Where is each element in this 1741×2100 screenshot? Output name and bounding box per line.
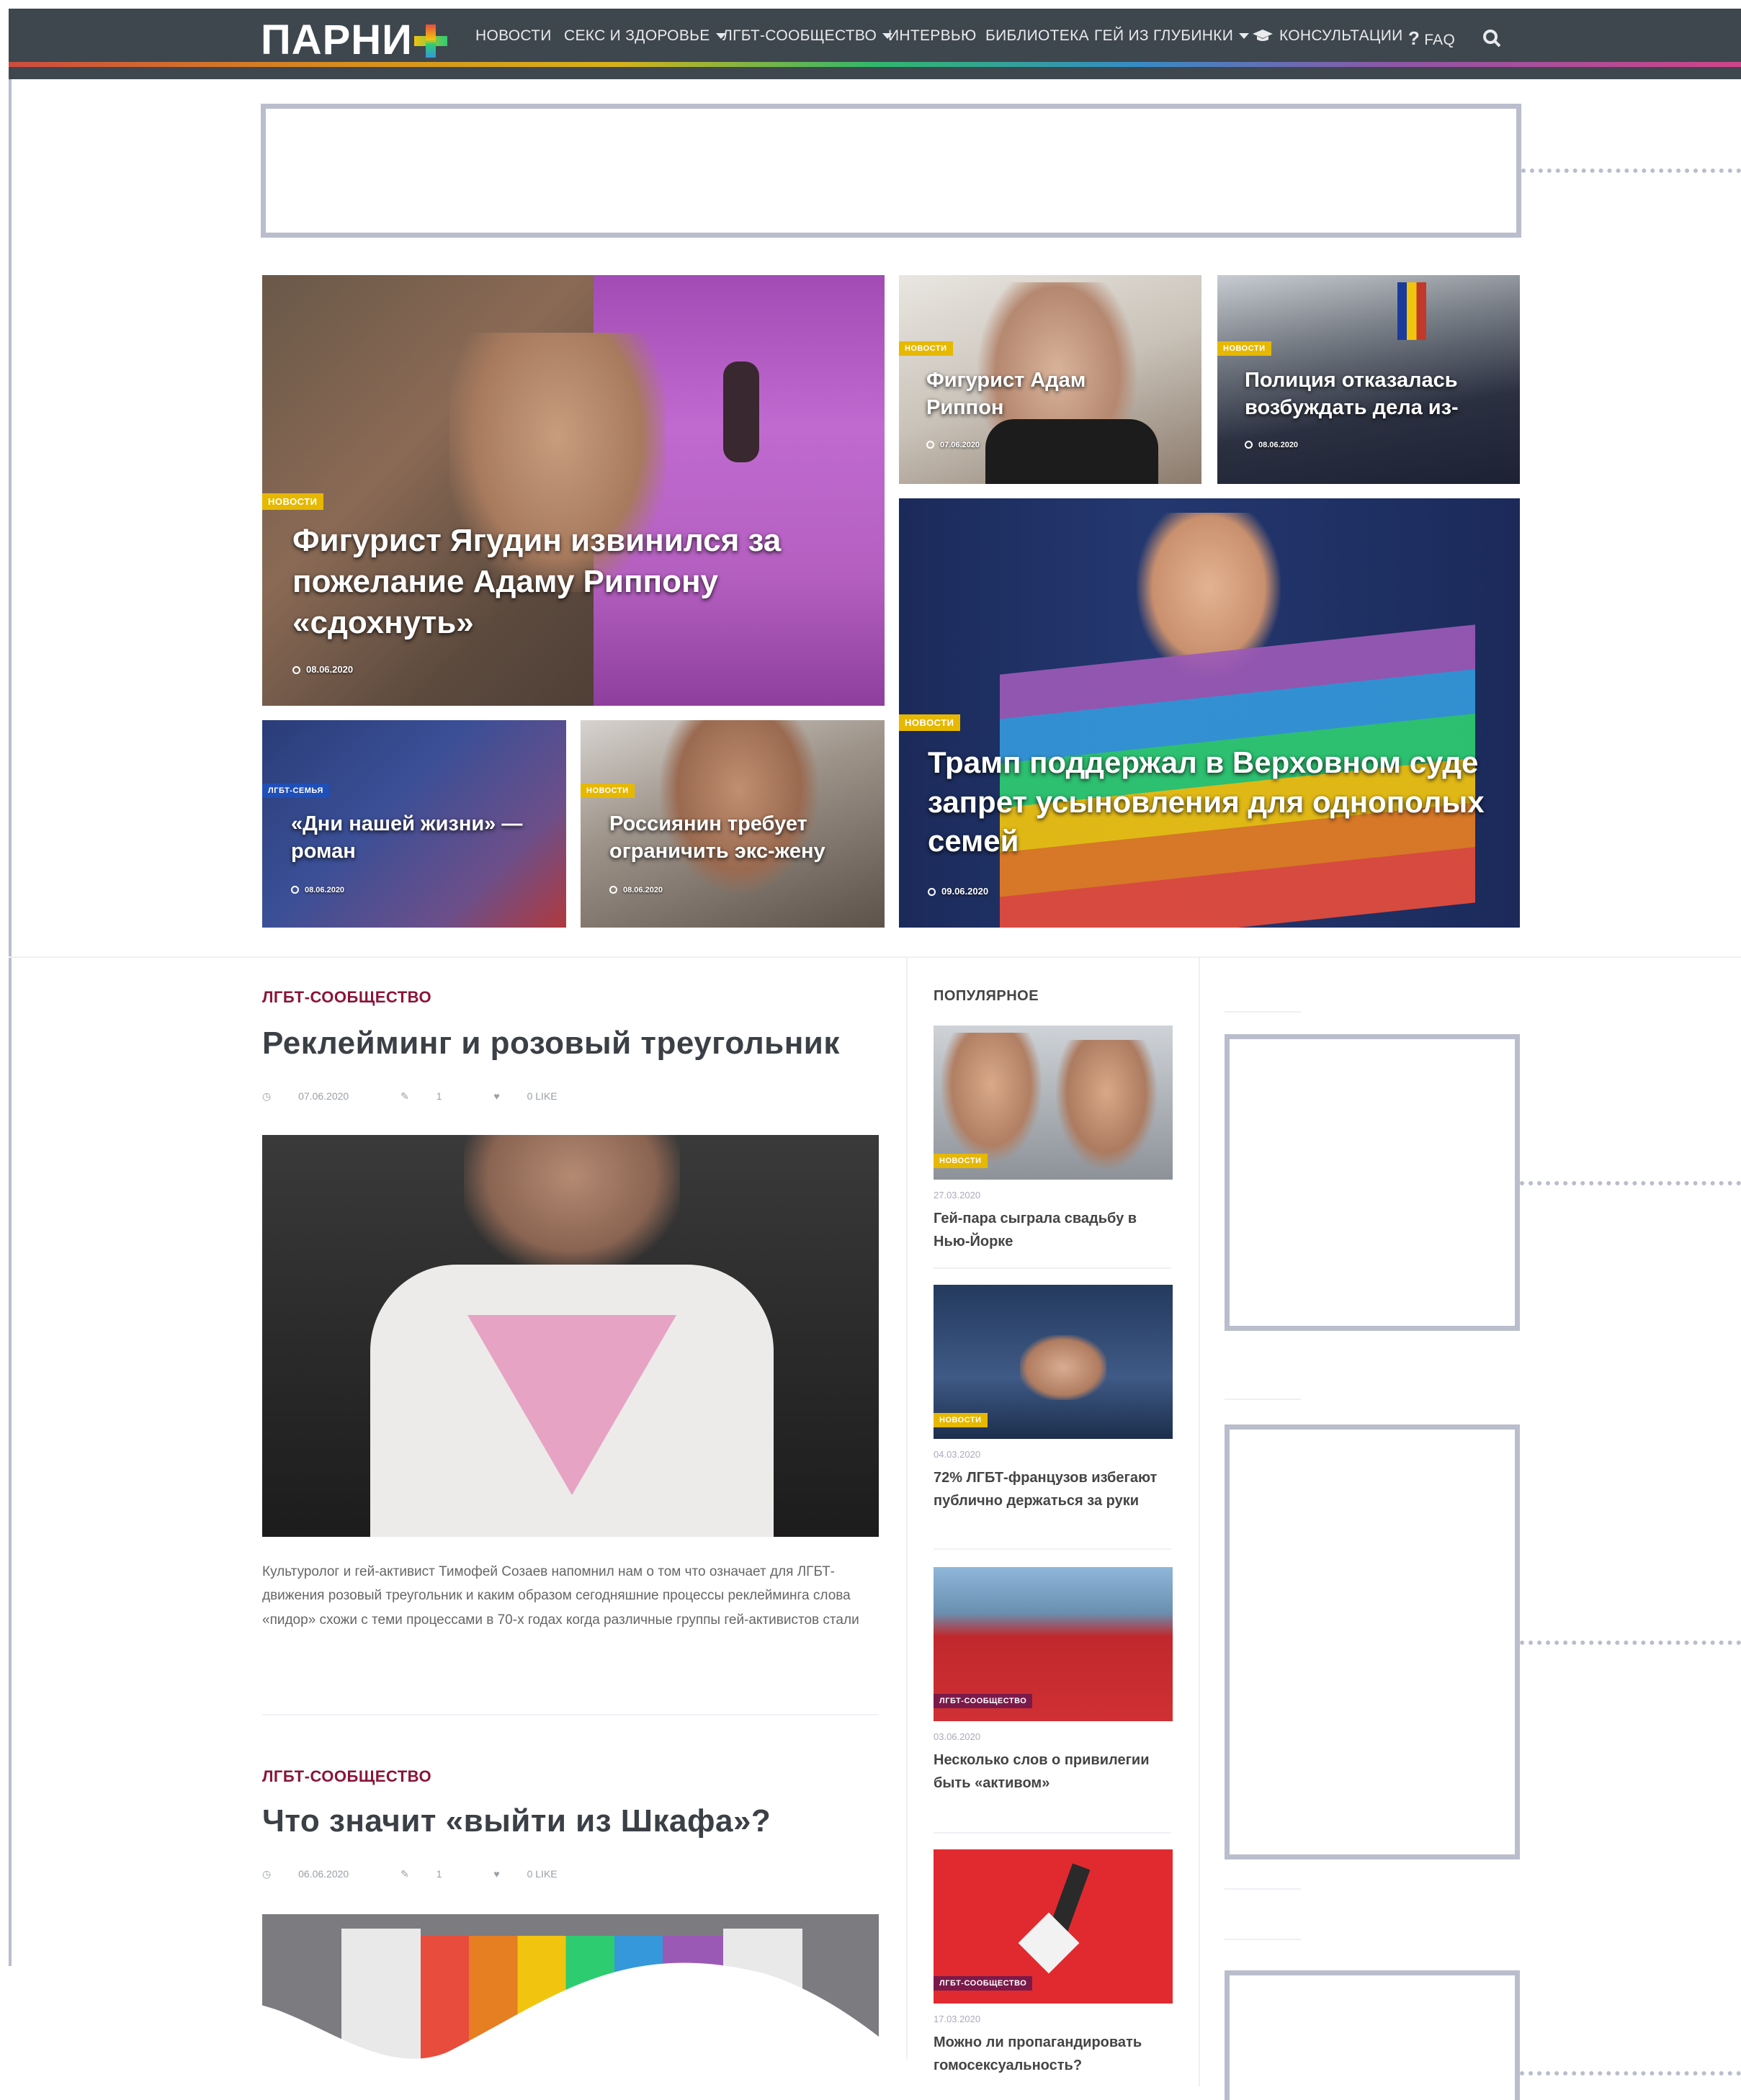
featured-title[interactable]: Фигурист Адам Риппон	[926, 367, 1164, 421]
featured-tile-police[interactable]: НОВОСТИ Полиция отказалась возбуждать де…	[1217, 275, 1520, 484]
chevron-down-icon	[1239, 33, 1250, 40]
article-divider	[262, 1714, 879, 1715]
site-logo[interactable]: ПАРНИ	[261, 16, 413, 64]
category-badge[interactable]: НОВОСТИ	[1217, 341, 1271, 356]
popular-date: 27.03.2020	[934, 1190, 981, 1201]
category-badge[interactable]: НОВОСТИ	[934, 1413, 988, 1427]
clock-icon	[291, 886, 299, 894]
article-title[interactable]: Что значит «выйти из Шкафа»?	[262, 1803, 771, 1839]
article-meta: ◷ 07.06.2020 ✎ 1 ♥ 0 LIKE	[262, 1090, 558, 1102]
clock-icon	[926, 441, 934, 449]
man-portrait	[660, 720, 818, 893]
featured-tile-yagudin[interactable]: НОВОСТИ Фигурист Ягудин извинился за пож…	[262, 275, 885, 706]
clock-icon: ◷	[262, 1090, 274, 1102]
category-badge[interactable]: ЛГБТ-СООБЩЕСТВО	[934, 1694, 1033, 1708]
featured-tile-rippon[interactable]: НОВОСТИ Фигурист Адам Риппон 07.06.2020	[899, 275, 1201, 484]
popular-title[interactable]: 72% ЛГБТ-французов избегают публично дер…	[934, 1466, 1171, 1512]
comment-icon: ✎	[400, 1090, 412, 1102]
article-meta: ◷ 06.06.2020 ✎ 1 ♥ 0 LIKE	[262, 1868, 558, 1880]
featured-title[interactable]: Россиянин требует ограничить экс-жену	[609, 811, 869, 865]
clock-icon	[1245, 441, 1253, 449]
article-image-pink-triangle[interactable]	[262, 1135, 879, 1537]
logo-plus-icon	[414, 24, 447, 58]
popular-image-3[interactable]: ЛГБТ-СООБЩЕСТВО	[934, 1567, 1173, 1721]
nav-item-lgbt-community[interactable]: ЛГБТ-СООБЩЕСТВО	[722, 27, 893, 45]
page-frame-line	[9, 65, 12, 1966]
ad-sidebar-connector	[1520, 1641, 1741, 1645]
column-divider	[1199, 958, 1200, 2086]
nav-item-news[interactable]: НОВОСТИ	[475, 27, 552, 45]
nav-item-faq[interactable]: ? FAQ	[1408, 27, 1455, 50]
article-excerpt: Культуролог и гей-активист Тимофей Созае…	[262, 1564, 859, 1628]
search-icon[interactable]	[1482, 29, 1501, 48]
popular-title[interactable]: Несколько слов о привилегии быть «активо…	[934, 1749, 1171, 1795]
featured-date: 09.06.2020	[928, 886, 988, 897]
popular-image-4[interactable]: ЛГБТ-СООБЩЕСТВО	[934, 1849, 1173, 2003]
popular-heading: ПОПУЛЯРНОЕ	[934, 988, 1039, 1004]
popular-title[interactable]: Можно ли пропагандировать гомосексуально…	[934, 2031, 1171, 2077]
question-icon: ?	[1408, 27, 1420, 49]
clock-icon	[609, 886, 617, 894]
pink-triangle-icon	[467, 1315, 676, 1495]
column-divider	[906, 958, 908, 2086]
heart-icon[interactable]: ♥	[493, 1868, 502, 1880]
decorative-wave	[0, 1962, 936, 2086]
category-badge[interactable]: НОВОСТИ	[934, 1154, 988, 1168]
ad-sidebar-2	[1225, 1424, 1520, 1859]
featured-title[interactable]: Трамп поддержал в Верховном суде запрет …	[928, 743, 1504, 861]
popular-date: 04.03.2020	[934, 1449, 981, 1460]
article-category[interactable]: ЛГБТ-СООБЩЕСТВО	[262, 988, 431, 1007]
category-badge[interactable]: НОВОСТИ	[581, 784, 635, 798]
comment-icon: ✎	[400, 1868, 412, 1880]
featured-date: 08.06.2020	[292, 664, 353, 675]
ad-sidebar-connector	[1520, 1181, 1741, 1185]
clock-icon: ◷	[262, 1868, 274, 1880]
ad-sidebar-1	[1225, 1034, 1520, 1331]
featured-date: 08.06.2020	[609, 886, 663, 894]
ad-banner-top	[261, 104, 1521, 238]
featured-title[interactable]: Полиция отказалась возбуждать дела из-	[1245, 367, 1504, 421]
featured-date: 08.06.2020	[291, 886, 344, 894]
graduation-cap-icon	[1253, 30, 1273, 41]
ad-sidebar-connector	[1520, 2071, 1741, 2076]
popular-date: 03.06.2020	[934, 1731, 981, 1742]
popular-date: 17.03.2020	[934, 2014, 981, 2024]
category-badge[interactable]: НОВОСТИ	[262, 493, 323, 510]
nav-item-interview[interactable]: ИНТЕРВЬЮ	[888, 27, 977, 45]
category-badge[interactable]: ЛГБТ-СЕМЬЯ	[262, 784, 329, 798]
nav-item-library[interactable]: БИБЛИОТЕКА	[985, 27, 1089, 45]
featured-title[interactable]: «Дни нашей жизни» — роман	[291, 811, 536, 865]
featured-date: 07.06.2020	[926, 441, 980, 449]
featured-tile-trump[interactable]: НОВОСТИ Трамп поддержал в Верховном суде…	[899, 498, 1520, 928]
popular-image-2[interactable]: НОВОСТИ	[934, 1285, 1173, 1439]
nav-item-consultations[interactable]: КОНСУЛЬТАЦИИ	[1252, 27, 1403, 45]
clock-icon	[292, 666, 300, 674]
featured-tile-russian[interactable]: НОВОСТИ Россиянин требует ограничить экс…	[581, 720, 885, 928]
section-divider	[9, 956, 1741, 958]
heart-icon[interactable]: ♥	[493, 1090, 502, 1102]
featured-tile-book[interactable]: ЛГБТ-СЕМЬЯ «Дни нашей жизни» — роман 08.…	[262, 720, 566, 928]
nav-item-gay-from-province[interactable]: ГЕЙ ИЗ ГЛУБИНКИ	[1094, 27, 1250, 45]
category-badge[interactable]: ЛГБТ-СООБЩЕСТВО	[934, 1976, 1033, 1991]
featured-title[interactable]: Фигурист Ягудин извинился за пожелание А…	[292, 520, 840, 644]
nav-item-sex-health[interactable]: СЕКС И ЗДОРОВЬЕ	[564, 27, 726, 45]
popular-image-1[interactable]: НОВОСТИ	[934, 1026, 1173, 1180]
article-title[interactable]: Реклейминг и розовый треугольник	[262, 1026, 840, 1062]
clock-icon	[928, 888, 936, 896]
popular-title[interactable]: Гей-пара сыграла свадьбу в Нью-Йорке	[934, 1207, 1171, 1253]
featured-date: 08.06.2020	[1245, 441, 1298, 449]
ad-banner-connector	[1521, 169, 1741, 173]
ad-sidebar-3	[1225, 1970, 1520, 2100]
category-badge[interactable]: НОВОСТИ	[899, 714, 960, 731]
category-badge[interactable]: НОВОСТИ	[899, 341, 953, 356]
article-category[interactable]: ЛГБТ-СООБЩЕСТВО	[262, 1767, 431, 1786]
